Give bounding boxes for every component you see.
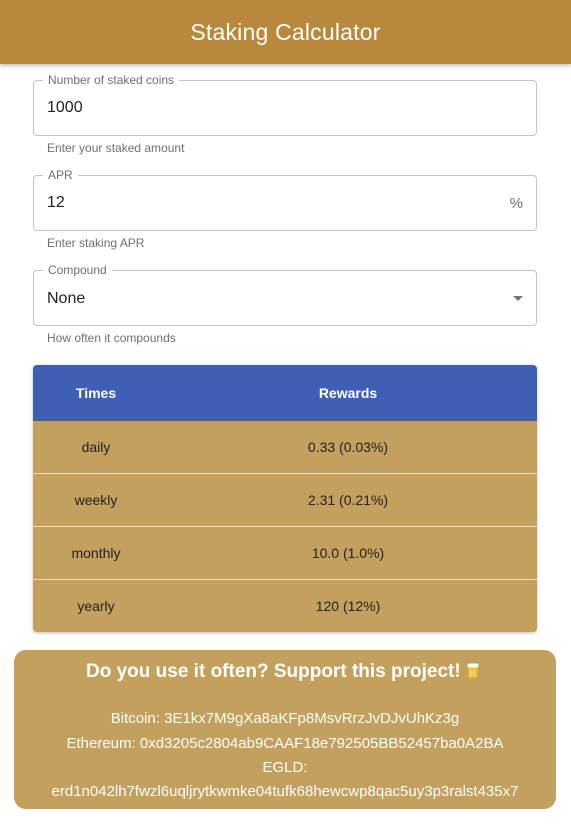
table-header: Times Rewards bbox=[33, 365, 537, 421]
reward-cell: 10.0 (1.0%) bbox=[311, 545, 385, 561]
support-title: Do you use it often? Support this projec… bbox=[86, 661, 461, 682]
app-bar: Staking Calculator bbox=[0, 0, 571, 64]
reward-cell: 120 (12%) bbox=[315, 598, 381, 614]
table-row: yearly 120 (12%) bbox=[33, 579, 537, 632]
support-title-row: Do you use it often? Support this projec… bbox=[14, 661, 556, 683]
staked-coins-field[interactable]: Number of staked coins bbox=[33, 73, 537, 136]
compound-helper: How often it compounds bbox=[47, 331, 176, 345]
time-cell: yearly bbox=[77, 598, 115, 614]
beer-mug-icon bbox=[467, 663, 484, 679]
ethereum-address: Ethereum: 0xd3205c2804ab9CAAF18e792505BB… bbox=[66, 735, 504, 752]
rewards-table: Times Rewards daily 0.33 (0.03%) weekly … bbox=[33, 365, 537, 632]
staked-coins-helper: Enter your staked amount bbox=[47, 141, 185, 155]
page-title: Staking Calculator bbox=[190, 18, 381, 45]
compound-value: None bbox=[47, 290, 86, 307]
apr-input[interactable] bbox=[47, 194, 487, 212]
chevron-down-icon[interactable] bbox=[513, 296, 523, 301]
table-row: daily 0.33 (0.03%) bbox=[33, 421, 537, 473]
table-row: monthly 10.0 (1.0%) bbox=[33, 526, 537, 579]
column-header-rewards: Rewards bbox=[318, 385, 378, 401]
compound-label: Compound bbox=[43, 263, 112, 277]
egld-label: EGLD: bbox=[262, 759, 308, 776]
egld-address: erd1n042lh7fwzl6uqljrytkwmke04tufk68hewc… bbox=[51, 783, 519, 800]
apr-field[interactable]: APR % bbox=[33, 168, 537, 231]
column-header-times: Times bbox=[75, 385, 117, 401]
bitcoin-address: Bitcoin: 3E1kx7M9gXa8aKFp8MsvRrzJvDJvUhK… bbox=[110, 710, 460, 727]
reward-cell: 2.31 (0.21%) bbox=[307, 492, 389, 508]
support-box: Do you use it often? Support this projec… bbox=[14, 650, 556, 809]
apr-label: APR bbox=[43, 168, 78, 182]
apr-helper: Enter staking APR bbox=[47, 236, 145, 250]
staked-coins-label: Number of staked coins bbox=[43, 73, 180, 87]
time-cell: daily bbox=[81, 439, 111, 455]
compound-select[interactable]: Compound None bbox=[33, 263, 537, 326]
percent-suffix: % bbox=[509, 195, 523, 212]
time-cell: monthly bbox=[71, 545, 121, 561]
time-cell: weekly bbox=[74, 492, 118, 508]
reward-cell: 0.33 (0.03%) bbox=[307, 439, 389, 455]
staked-coins-input[interactable] bbox=[47, 99, 487, 117]
table-row: weekly 2.31 (0.21%) bbox=[33, 473, 537, 526]
